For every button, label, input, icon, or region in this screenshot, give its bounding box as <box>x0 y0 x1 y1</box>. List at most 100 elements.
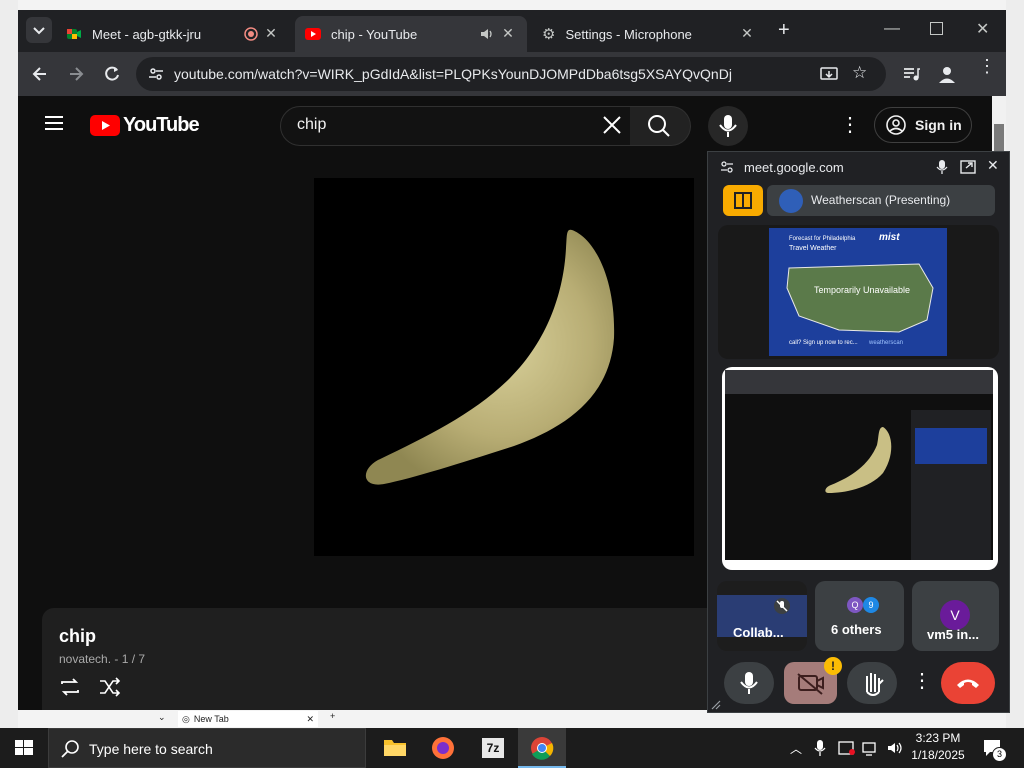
reload-icon[interactable] <box>102 64 122 89</box>
search-icon <box>648 115 670 137</box>
network-icon[interactable] <box>862 740 880 761</box>
youtube-logo[interactable]: YouTube <box>90 114 200 137</box>
taskbar-search-box[interactable]: Type here to search <box>48 728 366 768</box>
participant-tile-others[interactable]: Q 9 6 others <box>815 581 904 651</box>
clock[interactable]: 3:23 PM 1/18/2025 <box>906 731 970 762</box>
weather-status: Temporarily Unavailable <box>814 285 911 295</box>
start-button[interactable] <box>0 728 48 768</box>
shuffle-icon[interactable] <box>98 676 122 703</box>
security-warning-icon[interactable] <box>838 740 856 761</box>
clear-search-icon[interactable] <box>601 114 623 141</box>
presentation-tile[interactable]: Forecast for Philadelphia mist Travel We… <box>718 225 999 359</box>
7zip-icon[interactable]: 7z <box>470 728 516 768</box>
volume-icon[interactable] <box>886 740 904 761</box>
chrome-taskbar-icon[interactable] <box>518 728 566 768</box>
mic-muted-icon <box>773 597 791 620</box>
youtube-icon <box>305 28 321 40</box>
meet-pip-window: meet.google.com ✕ Weatherscan (Presentin… <box>707 151 1010 713</box>
raise-hand-button[interactable] <box>847 662 897 704</box>
url-text: youtube.com/watch?v=WIRK_pGdIdA&list=PLQ… <box>174 66 732 82</box>
show-hidden-icons-icon[interactable]: ︿ <box>790 740 802 757</box>
playlist-panel: chip novatech. - 1 / 7 <box>42 608 732 710</box>
participant-tile-collab[interactable]: Collab... <box>717 581 807 651</box>
tab-settings[interactable]: ⚙ Settings - Microphone ✕ <box>532 16 766 52</box>
tab-meet[interactable]: Meet - agb-gtkk-jru ✕ <box>58 16 290 52</box>
forward-arrow-icon[interactable] <box>66 64 86 89</box>
firefox-icon[interactable] <box>420 728 466 768</box>
site-info-icon[interactable] <box>720 160 734 179</box>
bookmark-star-icon[interactable]: ☆ <box>852 63 867 83</box>
speaker-icon[interactable] <box>479 27 495 44</box>
tab-search-button[interactable] <box>26 17 52 43</box>
playlist-info: novatech. - 1 / 7 <box>59 652 146 666</box>
weather-brand: weatherscan <box>869 340 904 346</box>
more-options-icon[interactable]: ⋮ <box>912 668 932 693</box>
mini-tab-close-icon[interactable]: ✕ <box>306 714 314 725</box>
settings-more-icon[interactable]: ⋮ <box>840 112 860 137</box>
notification-center-icon[interactable]: 3 <box>982 738 1007 763</box>
tab-strip: Meet - agb-gtkk-jru ✕ chip - YouTube ✕ ⚙… <box>18 10 1006 52</box>
tab-youtube-close-icon[interactable]: ✕ <box>499 25 517 42</box>
search-button[interactable] <box>630 106 691 146</box>
tab-meet-title: Meet - agb-gtkk-jru <box>92 26 202 42</box>
browser-toolbar: youtube.com/watch?v=WIRK_pGdIdA&list=PLQ… <box>18 52 1006 96</box>
tile-collab-label: Collab... <box>733 625 784 640</box>
mini-tab[interactable]: ◎ New Tab ✕ <box>178 711 318 727</box>
youtube-search-field[interactable]: chip <box>280 106 632 146</box>
sign-in-button[interactable]: Sign in <box>874 107 972 143</box>
file-explorer-icon[interactable] <box>372 728 418 768</box>
maximize-icon[interactable] <box>930 22 943 35</box>
participant-tile-vm5[interactable]: V vm5 in... <box>912 581 999 651</box>
mini-new-tab-icon[interactable]: + <box>330 711 335 721</box>
pip-mic-icon[interactable] <box>936 160 948 179</box>
leave-call-button[interactable] <box>941 662 995 704</box>
voice-search-button[interactable] <box>708 106 748 146</box>
pip-close-icon[interactable]: ✕ <box>987 157 999 174</box>
presentation-door-icon <box>734 192 752 209</box>
tab-meet-close-icon[interactable]: ✕ <box>262 25 280 42</box>
chrome-menu-icon[interactable]: ⋮ <box>978 57 996 75</box>
mini-tab-title: New Tab <box>193 714 229 724</box>
search-input[interactable]: chip <box>297 116 326 134</box>
video-player[interactable] <box>314 178 694 556</box>
tab-settings-close-icon[interactable]: ✕ <box>738 25 756 42</box>
mini-chevron-icon[interactable]: ⌄ <box>158 712 166 723</box>
window-close-icon[interactable]: ✕ <box>976 19 989 39</box>
media-controls-icon[interactable] <box>902 65 920 88</box>
microphone-icon <box>719 115 737 137</box>
youtube-logo-icon <box>90 115 120 136</box>
screen-share-tile[interactable] <box>722 367 998 570</box>
tab-settings-title: Settings - Microphone <box>565 26 692 42</box>
resize-handle-icon[interactable] <box>710 698 722 716</box>
presenting-chip[interactable]: Weatherscan (Presenting) <box>767 185 995 216</box>
back-to-tab-icon[interactable] <box>960 160 976 179</box>
microphone-icon <box>740 672 758 694</box>
youtube-logo-text: YouTube <box>123 114 200 136</box>
recursive-screen <box>725 370 993 560</box>
windows-taskbar: Type here to search 7z ︿ 3:23 PM 1/18/20… <box>0 728 1024 768</box>
profile-icon[interactable] <box>936 63 958 90</box>
minimize-icon[interactable]: — <box>884 20 900 38</box>
presenting-label: Weatherscan (Presenting) <box>811 193 951 207</box>
recording-icon <box>244 27 258 41</box>
small-avatar-9: 9 <box>863 597 879 613</box>
presentation-indicator-button[interactable] <box>723 185 763 216</box>
clock-time: 3:23 PM <box>915 731 961 745</box>
tile-vm5-label: vm5 in... <box>927 627 980 642</box>
new-tab-plus-icon[interactable]: + <box>778 19 790 42</box>
end-call-icon <box>957 679 979 688</box>
tab-youtube[interactable]: chip - YouTube ✕ <box>295 16 527 52</box>
chrome-small-icon: ◎ <box>182 713 190 724</box>
address-bar[interactable]: youtube.com/watch?v=WIRK_pGdIdA&list=PLQ… <box>136 57 886 91</box>
back-arrow-icon[interactable] <box>30 64 50 89</box>
hamburger-menu-icon[interactable] <box>44 114 64 137</box>
clock-date: 1/18/2025 <box>911 748 965 762</box>
microphone-tray-icon[interactable] <box>814 740 826 761</box>
mini-chip-image <box>825 427 892 493</box>
site-settings-icon[interactable] <box>148 66 164 87</box>
loop-icon[interactable] <box>58 676 82 703</box>
mic-button[interactable] <box>724 662 774 704</box>
weatherscan-screen: Forecast for Philadelphia mist Travel We… <box>769 228 947 356</box>
install-app-icon[interactable] <box>820 66 838 87</box>
windows-logo-icon <box>15 740 33 755</box>
